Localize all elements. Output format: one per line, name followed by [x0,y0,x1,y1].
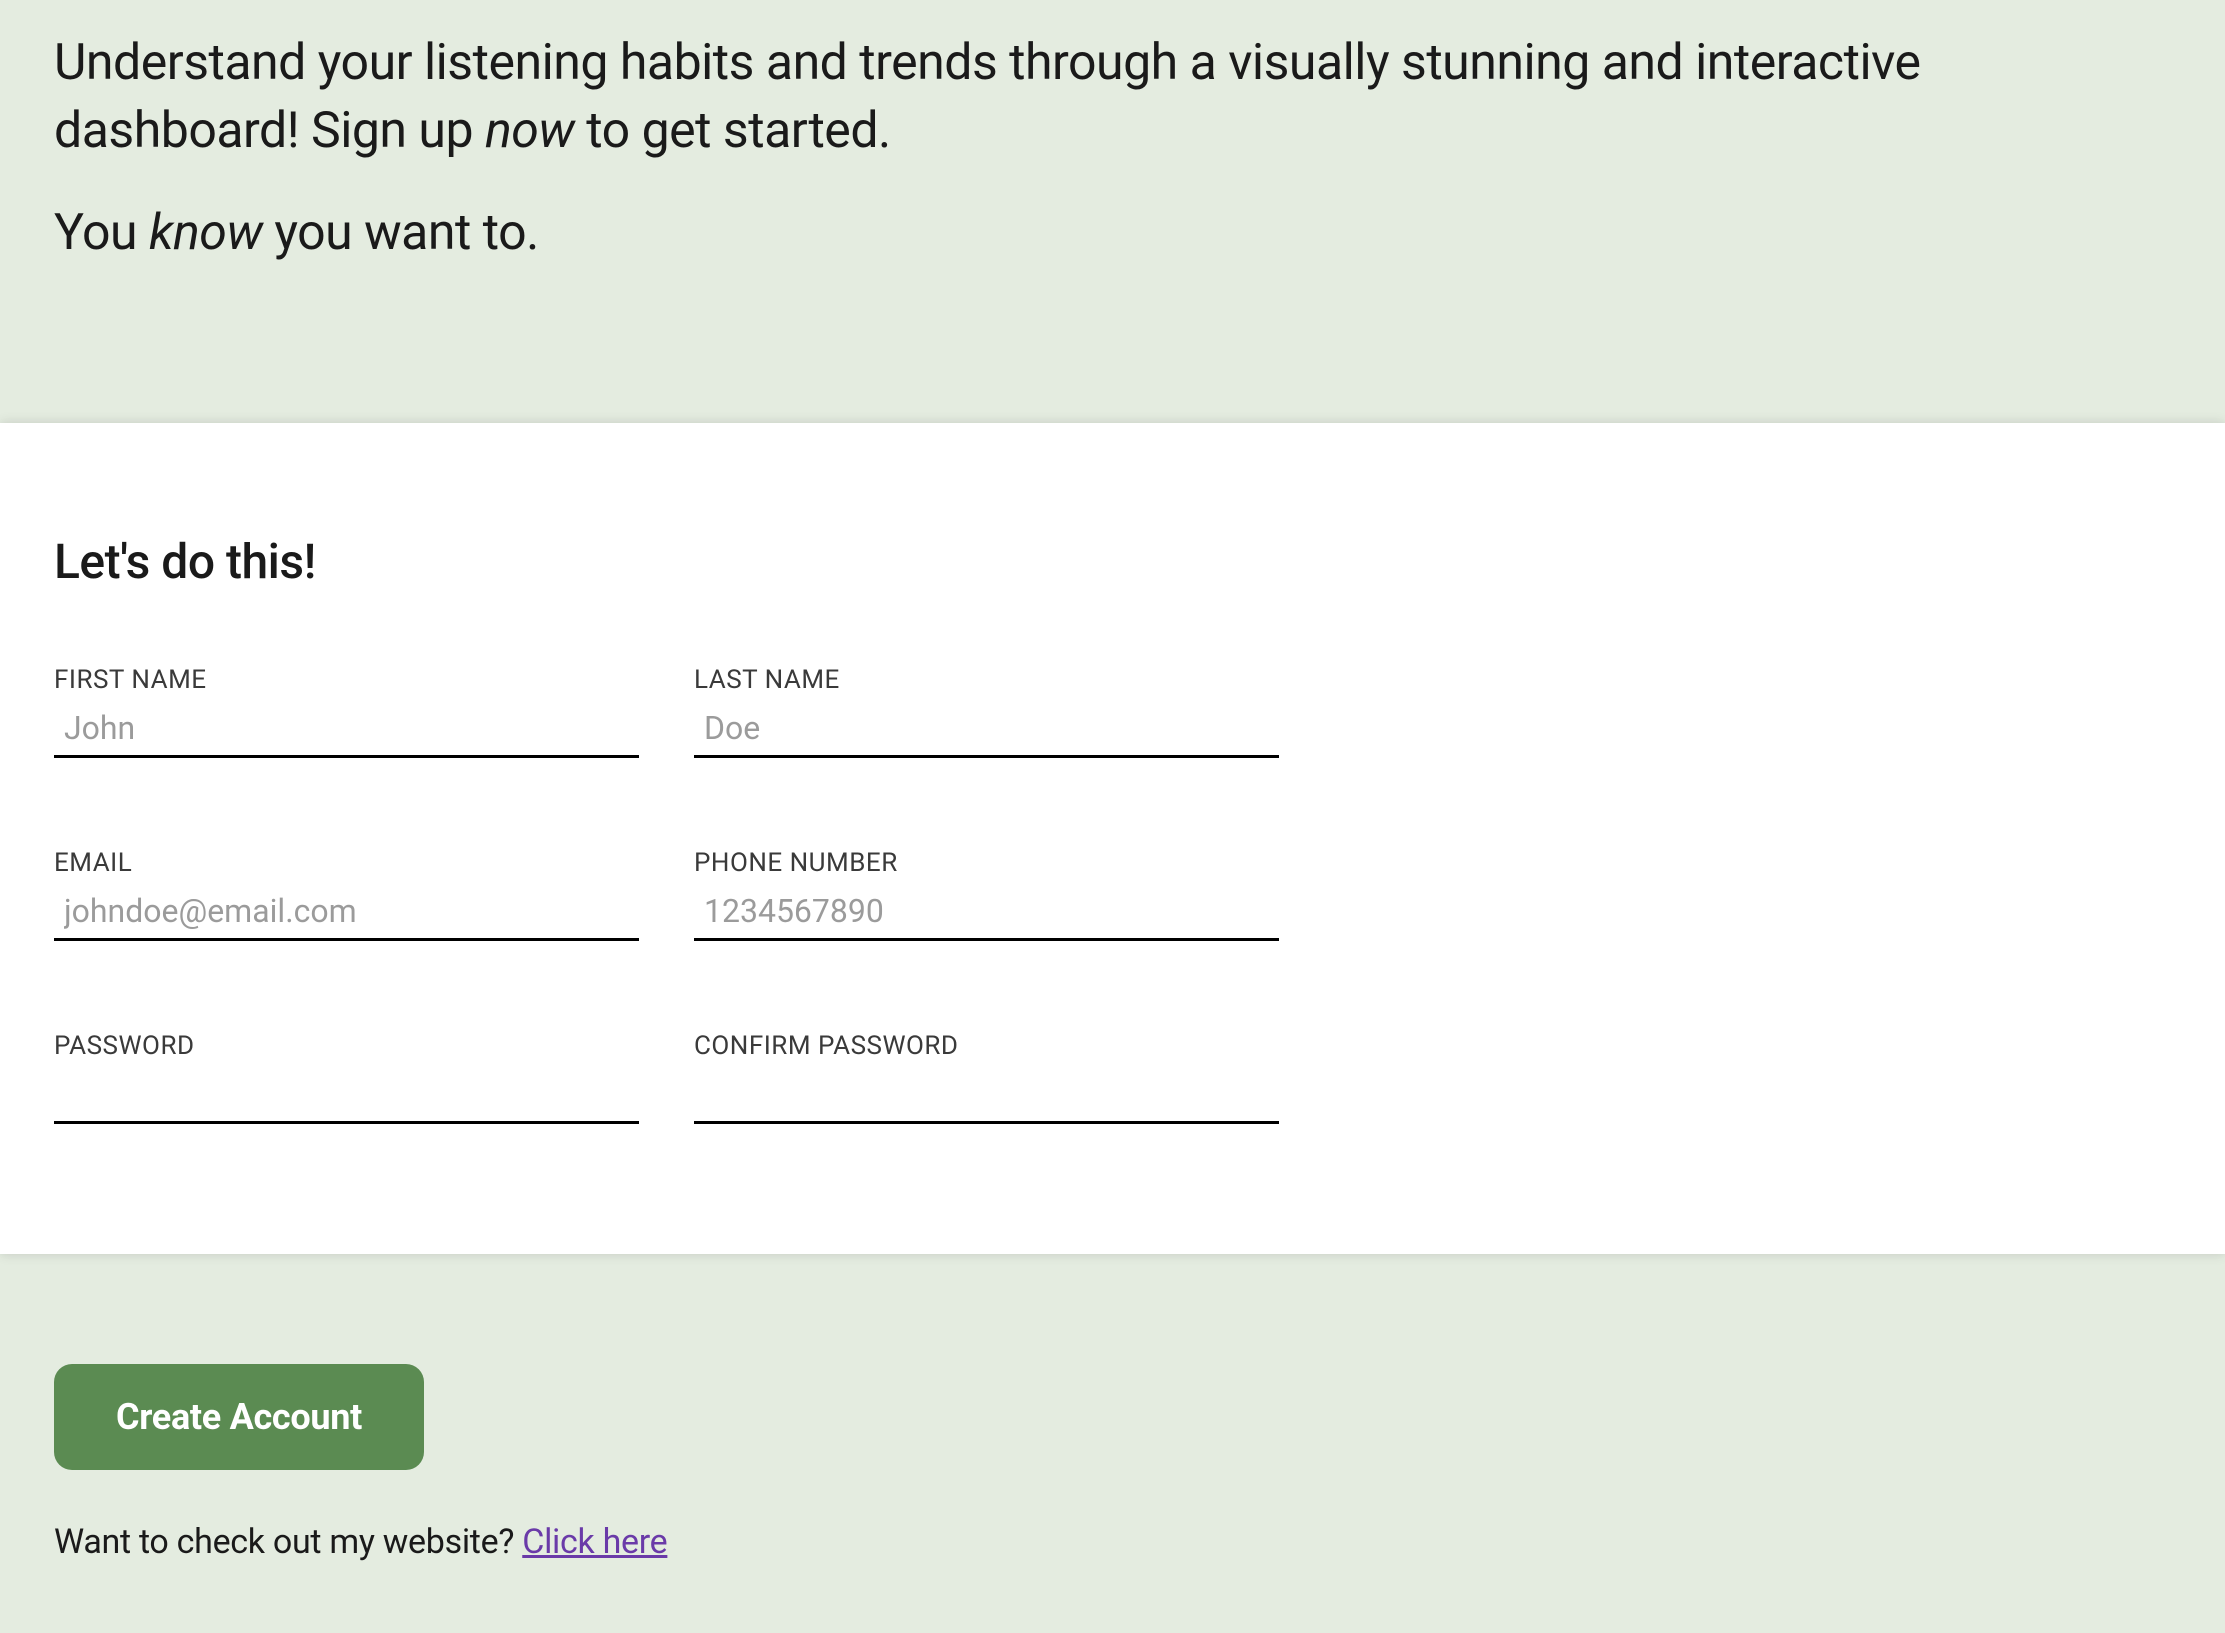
website-text: Want to check out my website? [54,1522,522,1562]
password-field-group: PASSWORD [54,1031,639,1124]
password-input[interactable] [54,1073,639,1115]
confirm-password-label: CONFIRM PASSWORD [694,1031,1334,1061]
signup-form-section: Let's do this! FIRST NAME LAST NAME EMAI… [0,423,2225,1254]
confirm-password-input[interactable] [694,1073,1279,1115]
input-underline [694,707,1279,758]
website-line: Want to check out my website? Click here [54,1522,2171,1562]
password-label: PASSWORD [54,1031,639,1061]
hero-emphasis: know [149,204,262,262]
email-field-group: EMAIL [54,848,639,941]
last-name-field-group: LAST NAME [694,665,1334,758]
footer-section: Create Account Want to check out my webs… [0,1254,2225,1602]
first-name-label: FIRST NAME [54,665,639,695]
first-name-field-group: FIRST NAME [54,665,639,758]
last-name-input[interactable] [694,707,1279,749]
form-title: Let's do this! [54,533,2171,590]
hero-text: You [54,204,149,262]
phone-input[interactable] [694,890,1279,932]
hero-text: to get started. [574,102,890,160]
last-name-label: LAST NAME [694,665,1334,695]
phone-field-group: PHONE NUMBER [694,848,1334,941]
field-grid: FIRST NAME LAST NAME EMAIL PHONE NUMBER [54,665,1334,1124]
email-label: EMAIL [54,848,639,878]
input-underline [54,707,639,758]
hero-section: Understand your listening habits and tre… [0,0,2225,423]
hero-text: Understand your listening habits and tre… [54,34,1921,160]
hero-paragraph-2: You know you want to. [54,200,2171,268]
website-link[interactable]: Click here [522,1522,667,1562]
hero-text: you want to. [262,204,538,262]
confirm-password-field-group: CONFIRM PASSWORD [694,1031,1334,1124]
input-underline [54,890,639,941]
input-underline [694,1073,1279,1124]
hero-paragraph-1: Understand your listening habits and tre… [54,30,2171,165]
phone-label: PHONE NUMBER [694,848,1334,878]
input-underline [54,1073,639,1124]
hero-emphasis: now [485,102,574,160]
email-input[interactable] [54,890,639,932]
input-underline [694,890,1279,941]
first-name-input[interactable] [54,707,639,749]
create-account-button[interactable]: Create Account [54,1364,424,1470]
